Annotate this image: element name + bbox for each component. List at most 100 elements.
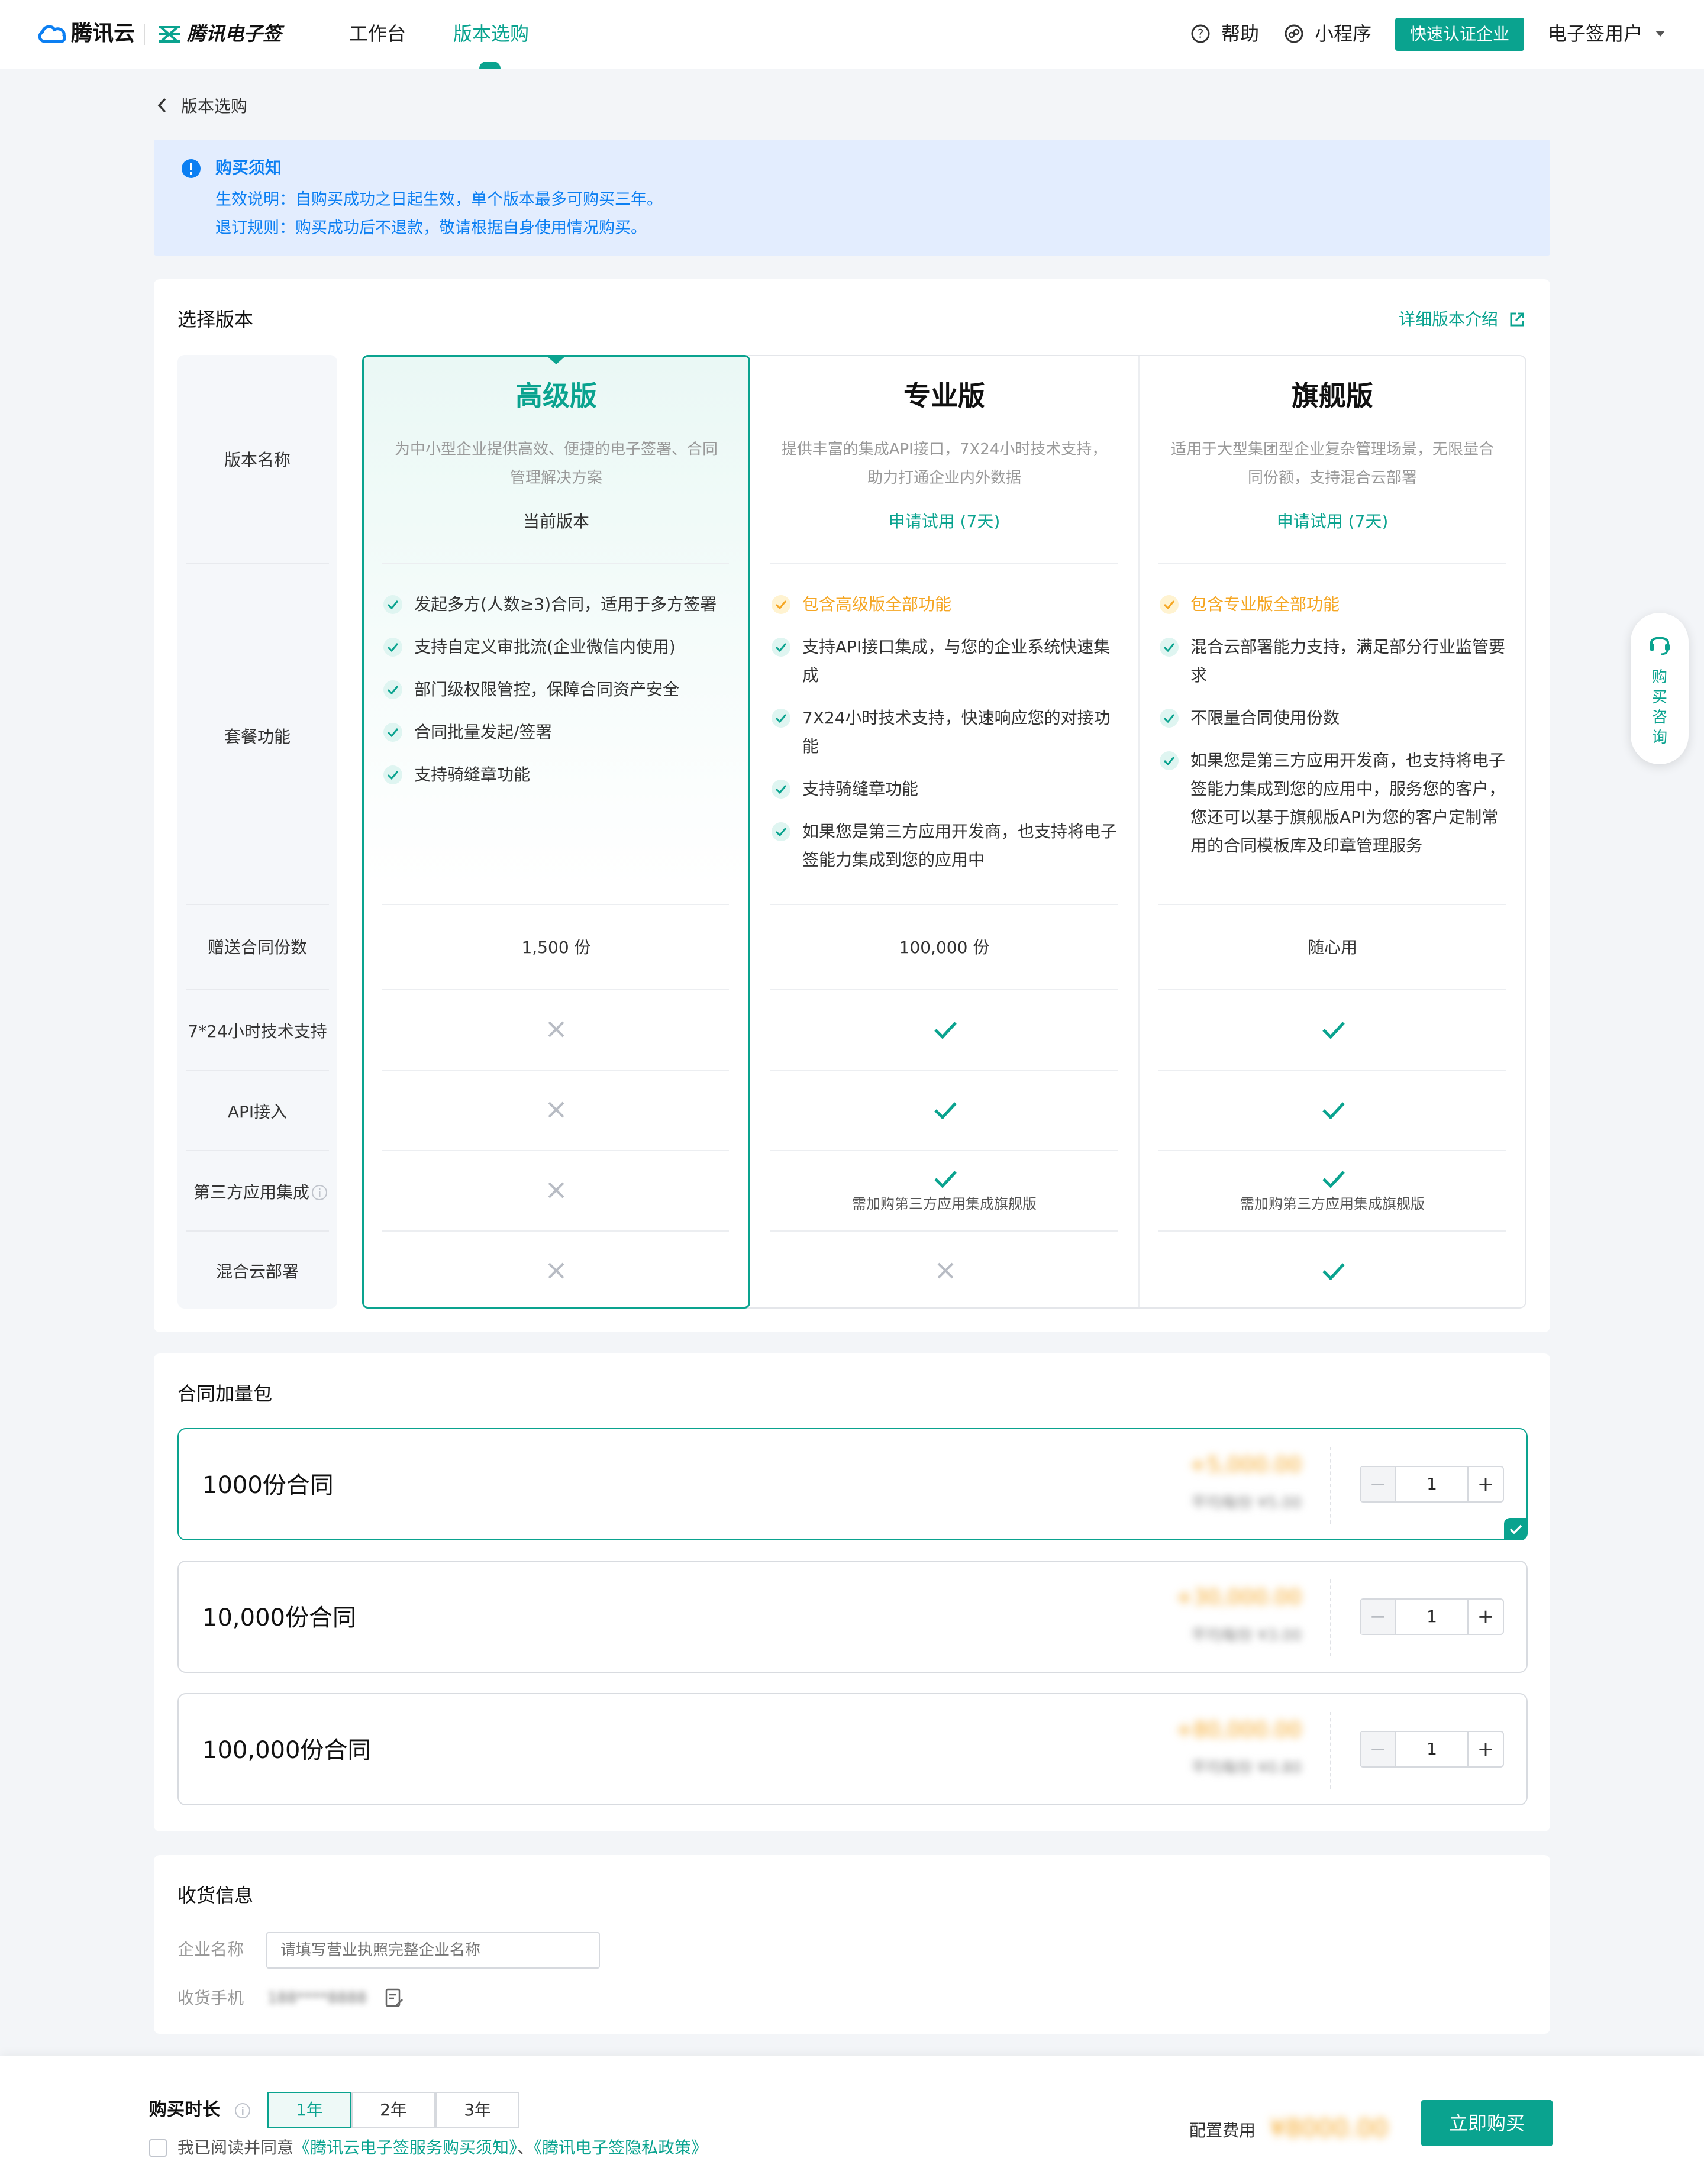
- plan-desc-flagship-1: 适用于大型集团型企业复杂管理场景，无限量合: [1170, 441, 1494, 458]
- package-divider: [1330, 1712, 1331, 1789]
- plan-name-flagship: 旗舰版: [1292, 380, 1373, 412]
- current-version-label: 当前版本: [522, 512, 589, 531]
- professional-feature-api-line2: 成: [802, 665, 819, 685]
- duration-option-3-year[interactable]: 3年: [435, 2092, 519, 2128]
- quick-verify-enterprise-button[interactable]: 快速认证企业: [1395, 18, 1524, 51]
- help-link[interactable]: 帮助: [1221, 19, 1259, 49]
- tab-version-purchase[interactable]: 版本选购: [453, 19, 529, 49]
- increase-button[interactable]: +: [1467, 1732, 1503, 1766]
- professional-feature-thirdparty-line2: 签能力集成到您的应用中: [802, 850, 985, 870]
- increase-button[interactable]: +: [1467, 1600, 1503, 1634]
- company-name-input[interactable]: [266, 1932, 600, 1969]
- flagship-feature-thirdparty-line3: 您还可以基于旗舰版API为您的客户定制常: [1190, 807, 1499, 827]
- advanced-feature-3: 部门级权限管控，保障合同资产安全: [414, 680, 680, 699]
- increase-button[interactable]: +: [1467, 1467, 1503, 1501]
- tencent-cloud-brand[interactable]: 腾讯云: [71, 19, 135, 49]
- row-separator: [1158, 904, 1506, 905]
- row-separator: [770, 1070, 1118, 1071]
- notice-title: 购买须知: [215, 158, 282, 177]
- professional-includes-advanced: 包含高级版全部功能: [802, 595, 952, 614]
- check-icon: [383, 723, 402, 742]
- cross-icon: [937, 1262, 954, 1279]
- mini-program-icon[interactable]: [1284, 24, 1304, 44]
- help-icon[interactable]: ?: [1190, 24, 1211, 44]
- flagship-feature-thirdparty-line2: 签能力集成到您的应用中，服务您的客户，: [1190, 779, 1506, 799]
- back-arrow-icon[interactable]: [156, 97, 168, 114]
- quantity-value[interactable]: 1: [1396, 1732, 1467, 1766]
- row-separator: [770, 904, 1118, 905]
- quantity-stepper[interactable]: − 1 +: [1360, 1466, 1504, 1503]
- info-icon: [182, 159, 201, 178]
- addon-package-10000[interactable]: 10,000份合同 +30,000.00 平均每份 ¥3.00 − 1 +: [178, 1561, 1528, 1673]
- advanced-feature-4: 合同批量发起/签署: [414, 722, 553, 742]
- breadcrumb-current[interactable]: 版本选购: [181, 95, 247, 118]
- version-comparison-table: 版本名称 套餐功能 赠送合同份数 7*24小时技术支持 API接入 第三方应用集…: [178, 355, 1526, 1309]
- duration-option-2-year[interactable]: 2年: [351, 2092, 435, 2128]
- flagship-trial-link[interactable]: 申请试用 (7天): [1138, 508, 1526, 536]
- addon-package-1000[interactable]: 1000份合同 +5,000.00 平均每份 ¥5.00 − 1 +: [178, 1428, 1528, 1540]
- purchase-consult-widget[interactable]: 购买咨询: [1631, 613, 1689, 764]
- tab-workbench[interactable]: 工作台: [349, 19, 406, 49]
- notice-effective-rule: 生效说明：自购买成功之日起生效，单个版本最多可购买三年。: [215, 190, 663, 209]
- external-link-icon[interactable]: [1509, 311, 1525, 328]
- check-icon: [383, 595, 402, 614]
- professional-feature-thirdparty-line1: 如果您是第三方应用开发商，也支持将电子: [802, 822, 1118, 841]
- check-icon: [383, 765, 402, 784]
- package-divider: [1330, 1579, 1331, 1656]
- check-mark-icon: [1322, 1263, 1345, 1280]
- info-tooltip-icon[interactable]: [234, 2102, 251, 2119]
- check-icon: [1160, 638, 1179, 657]
- check-icon: [1509, 1524, 1522, 1534]
- row-label-features: 套餐功能: [224, 727, 291, 747]
- consult-text[interactable]: 购买咨询: [1651, 667, 1668, 748]
- row-separator: [1158, 1230, 1506, 1232]
- advanced-bonus-contracts: 1,500 份: [521, 938, 591, 957]
- row-label-plan-name: 版本名称: [224, 450, 291, 470]
- quantity-value[interactable]: 1: [1396, 1600, 1467, 1634]
- check-icon: [383, 638, 402, 657]
- flagship-feature-hybrid-line2: 求: [1190, 665, 1208, 685]
- quantity-stepper[interactable]: − 1 +: [1360, 1731, 1504, 1768]
- esign-product-name[interactable]: 腾讯电子签: [187, 19, 282, 49]
- row-separator: [770, 1150, 1118, 1151]
- duration-option-1-year[interactable]: 1年: [267, 2092, 351, 2128]
- plan-column-advanced[interactable]: [362, 355, 750, 1309]
- row-label-bonus-contracts: 赠送合同份数: [207, 938, 307, 957]
- purchase-terms-link[interactable]: 《腾讯云电子签服务购买须知》: [293, 2138, 517, 2157]
- check-icon: [1160, 709, 1179, 728]
- caret-down-icon[interactable]: [1654, 30, 1666, 38]
- professional-feature-api-line1: 支持API接口集成，与您的企业系统快速集: [802, 637, 1111, 657]
- highlight-check-icon: [1160, 595, 1179, 614]
- row-separator: [382, 904, 729, 905]
- advanced-feature-1: 发起多方(人数≥3)合同，适用于多方签署: [414, 595, 717, 614]
- check-icon: [1160, 751, 1179, 770]
- package-price-blurred: +5,000.00: [1189, 1453, 1302, 1477]
- version-section-title: 选择版本: [178, 308, 254, 331]
- plan-desc-advanced-1: 为中小型企业提供高效、便捷的电子签署、合同: [394, 441, 718, 458]
- professional-bonus-contracts: 100,000 份: [899, 938, 990, 957]
- mini-program-link[interactable]: 小程序: [1315, 19, 1371, 49]
- professional-trial-link[interactable]: 申请试用 (7天): [750, 508, 1138, 536]
- professional-thirdparty-note: 需加购第三方应用集成旗舰版: [852, 1196, 1037, 1212]
- quantity-value[interactable]: 1: [1396, 1467, 1467, 1501]
- decrease-button[interactable]: −: [1361, 1467, 1396, 1501]
- decrease-button[interactable]: −: [1361, 1600, 1396, 1634]
- check-mark-icon: [934, 1171, 957, 1188]
- professional-feature-support-line2: 能: [802, 736, 819, 756]
- decrease-button[interactable]: −: [1361, 1732, 1396, 1766]
- version-detail-link[interactable]: 详细版本介绍: [1399, 308, 1498, 331]
- privacy-policy-link[interactable]: 《腾讯电子签隐私政策》: [534, 2138, 708, 2157]
- agree-terms-checkbox[interactable]: [149, 2139, 167, 2157]
- check-icon: [772, 822, 790, 841]
- buy-now-button[interactable]: 立即购买: [1421, 2100, 1553, 2146]
- addon-package-100000[interactable]: 100,000份合同 +80,000.00 平均每份 ¥0.80 − 1 +: [178, 1693, 1528, 1805]
- edit-phone-icon[interactable]: [385, 1988, 405, 2009]
- config-fee-value-blurred: ¥8000.00: [1270, 2114, 1389, 2143]
- quantity-stepper[interactable]: − 1 +: [1360, 1598, 1504, 1635]
- cross-icon: [548, 1101, 564, 1118]
- info-tooltip-icon[interactable]: [311, 1184, 328, 1201]
- plan-desc-professional-2: 助力打通企业内外数据: [867, 469, 1021, 487]
- check-mark-icon: [934, 1022, 957, 1039]
- user-menu[interactable]: 电子签用户: [1548, 19, 1642, 49]
- check-icon: [772, 709, 790, 728]
